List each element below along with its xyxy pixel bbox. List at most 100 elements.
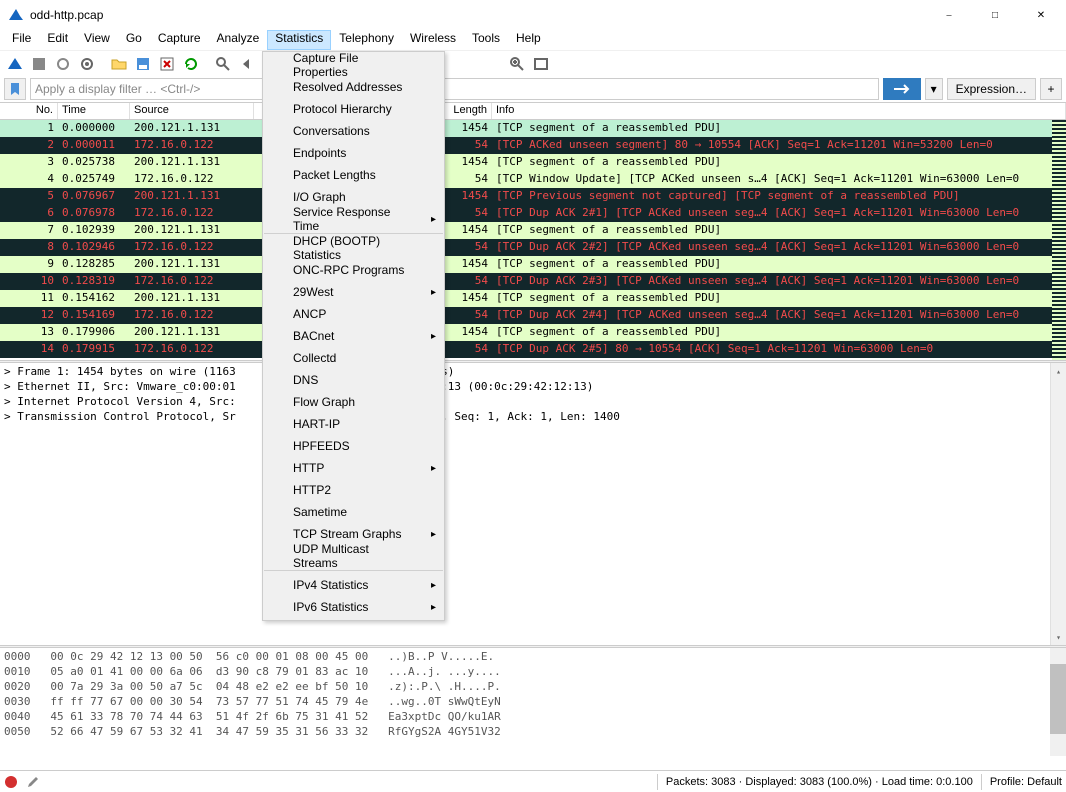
packet-list[interactable]: 10.000000200.121.1.1311454[TCP segment o… [0,120,1066,360]
close-file-icon[interactable] [156,53,178,75]
app-icon [8,7,24,23]
packet-list-header: No. Time Source Destination Protocol Len… [0,102,1066,120]
edit-capture-comment-icon[interactable] [26,775,40,789]
reload-icon[interactable] [180,53,202,75]
menu-analyze[interactable]: Analyze [209,30,268,50]
menu-item[interactable]: Conversations [263,120,444,142]
window-title: odd-http.pcap [30,8,926,22]
packet-row[interactable]: 40.025749172.16.0.12254[TCP Window Updat… [0,171,1066,188]
packet-row[interactable]: 110.154162200.121.1.1311454[TCP segment … [0,290,1066,307]
menu-item[interactable]: ONC-RPC Programs [263,259,444,281]
zoom-reset-icon[interactable] [530,53,552,75]
menu-item[interactable]: Endpoints [263,142,444,164]
packet-bytes[interactable]: 0000 00 0c 29 42 12 13 00 50 56 c0 00 01… [0,648,1066,756]
packet-row[interactable]: 120.154169172.16.0.12254[TCP Dup ACK 2#4… [0,307,1066,324]
menu-statistics[interactable]: Statistics [267,30,331,50]
restart-capture-icon[interactable] [52,53,74,75]
hex-line[interactable]: 0010 05 a0 01 41 00 00 6a 06 d3 90 c8 79… [4,665,1062,680]
main-toolbar [0,50,1066,76]
menu-item[interactable]: HPFEEDS [263,435,444,457]
hex-line[interactable]: 0030 ff ff 77 67 00 00 30 54 73 57 77 51… [4,695,1062,710]
statistics-dropdown: Capture File PropertiesResolved Addresse… [262,51,445,621]
hex-line[interactable]: 0020 00 7a 29 3a 00 50 a7 5c 04 48 e2 e2… [4,680,1062,695]
packet-details[interactable]: > Frame 1: 1454 bytes on wire (1163 ) (1… [0,363,1066,645]
capture-options-icon[interactable] [76,53,98,75]
detail-line[interactable]: > Ethernet II, Src: Vmware_c0:00:01 Vmwa… [4,380,1062,395]
display-filter-input[interactable]: Apply a display filter … <Ctrl-/> [30,78,879,100]
menu-item[interactable]: Capture File Properties [263,54,444,76]
menu-view[interactable]: View [76,30,118,50]
menu-item[interactable]: Service Response Time [263,208,444,230]
details-scrollbar[interactable]: ▴▾ [1050,363,1066,645]
start-capture-icon[interactable] [4,53,26,75]
apply-filter-button[interactable] [883,78,921,100]
menu-wireless[interactable]: Wireless [402,30,464,50]
menu-item[interactable]: ANCP [263,303,444,325]
packet-row[interactable]: 70.102939200.121.1.1311454[TCP segment o… [0,222,1066,239]
minimize-button[interactable]: – [926,0,972,30]
menu-tools[interactable]: Tools [464,30,508,50]
menu-item[interactable]: 29West [263,281,444,303]
menu-item[interactable]: Resolved Addresses [263,76,444,98]
menu-item[interactable]: UDP Multicast Streams [263,545,444,567]
packet-row[interactable]: 60.076978172.16.0.12254[TCP Dup ACK 2#1]… [0,205,1066,222]
menu-file[interactable]: File [4,30,39,50]
hex-scrollbar[interactable] [1050,648,1066,756]
menu-item[interactable]: HTTP2 [263,479,444,501]
menu-item[interactable]: DHCP (BOOTP) Statistics [263,237,444,259]
find-packet-icon[interactable] [212,53,234,75]
bookmark-filter-icon[interactable] [4,78,26,100]
menu-item[interactable]: HTTP [263,457,444,479]
menu-capture[interactable]: Capture [150,30,209,50]
menu-item[interactable]: Collectd [263,347,444,369]
menu-item[interactable]: Flow Graph [263,391,444,413]
packet-row[interactable]: 100.128319172.16.0.12254[TCP Dup ACK 2#3… [0,273,1066,290]
hex-line[interactable]: 0050 52 66 47 59 67 53 32 41 34 47 59 35… [4,725,1062,740]
column-length[interactable]: Length [448,103,492,119]
add-filter-button[interactable]: + [1040,78,1062,100]
menu-item[interactable]: IPv6 Statistics [263,596,444,618]
hex-line[interactable]: 0040 45 61 33 78 70 74 44 63 51 4f 2f 6b… [4,710,1062,725]
menu-edit[interactable]: Edit [39,30,76,50]
packet-row[interactable]: 30.025738200.121.1.1311454[TCP segment o… [0,154,1066,171]
maximize-button[interactable]: □ [972,0,1018,30]
go-previous-icon[interactable] [236,53,258,75]
menu-telephony[interactable]: Telephony [331,30,402,50]
column-source[interactable]: Source [130,103,254,119]
menu-item[interactable]: DNS [263,369,444,391]
menu-item[interactable]: Sametime [263,501,444,523]
packet-row[interactable]: 50.076967200.121.1.1311454[TCP Previous … [0,188,1066,205]
menu-item[interactable]: HART-IP [263,413,444,435]
column-time[interactable]: Time [58,103,130,119]
packet-row[interactable]: 130.179906200.121.1.1311454[TCP segment … [0,324,1066,341]
column-no[interactable]: No. [0,103,58,119]
status-profile[interactable]: Profile: Default [990,776,1062,788]
close-button[interactable]: ✕ [1018,0,1064,30]
menu-item[interactable]: IPv4 Statistics [263,574,444,596]
packet-row[interactable]: 80.102946172.16.0.12254[TCP Dup ACK 2#2]… [0,239,1066,256]
menu-item[interactable]: BACnet [263,325,444,347]
open-file-icon[interactable] [108,53,130,75]
detail-line[interactable]: > Frame 1: 1454 bytes on wire (1163 ) (1… [4,365,1062,380]
packet-row[interactable]: 140.179915172.16.0.12254[TCP Dup ACK 2#5… [0,341,1066,358]
hex-line[interactable]: 0000 00 0c 29 42 12 13 00 50 56 c0 00 01… [4,650,1062,665]
expression-button[interactable]: Expression… [947,78,1036,100]
detail-line[interactable]: > Internet Protocol Version 4, Src: 0.12… [4,395,1062,410]
menu-item[interactable]: Protocol Hierarchy [263,98,444,120]
zoom-in-icon[interactable] [506,53,528,75]
menu-help[interactable]: Help [508,30,549,50]
filter-toolbar: Apply a display filter … <Ctrl-/> ▾ Expr… [0,76,1066,102]
stop-capture-icon[interactable] [28,53,50,75]
packet-row[interactable]: 10.000000200.121.1.1311454[TCP segment o… [0,120,1066,137]
packet-minimap[interactable] [1052,120,1066,360]
filter-dropdown-icon[interactable]: ▾ [925,78,943,100]
packet-row[interactable]: 90.128285200.121.1.1311454[TCP segment o… [0,256,1066,273]
expert-info-icon[interactable] [4,775,18,789]
detail-line[interactable]: > Transmission Control Protocol, Sr ort:… [4,410,1062,425]
column-info[interactable]: Info [492,103,1066,119]
menu-separator [264,570,443,571]
packet-row[interactable]: 20.000011172.16.0.12254[TCP ACKed unseen… [0,137,1066,154]
menu-item[interactable]: Packet Lengths [263,164,444,186]
save-file-icon[interactable] [132,53,154,75]
menu-go[interactable]: Go [118,30,150,50]
